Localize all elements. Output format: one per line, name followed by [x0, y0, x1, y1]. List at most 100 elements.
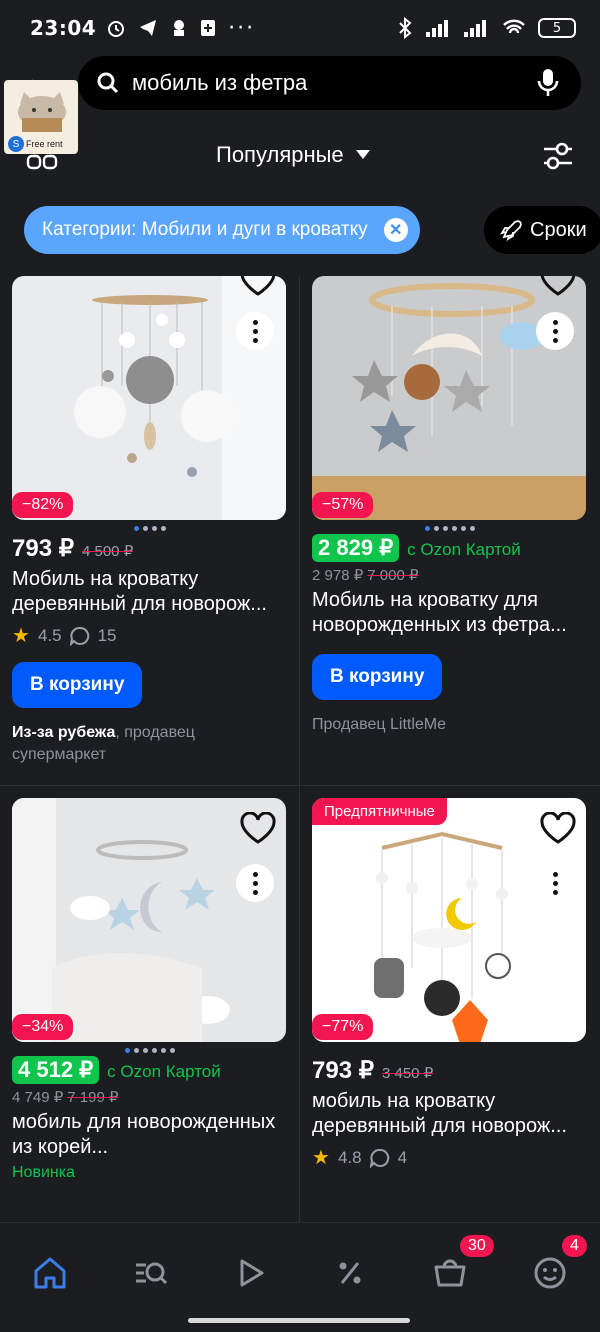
filter-icon[interactable]	[540, 138, 576, 174]
price-with-card: 4 512 ₽	[12, 1056, 100, 1084]
favorite-heart-icon[interactable]	[540, 811, 576, 848]
sort-label: Популярные	[216, 142, 344, 167]
more-options-icon[interactable]	[536, 312, 574, 350]
discount-badge: −77%	[312, 1014, 374, 1040]
product-title-text: мобиль на кроватку деревянный для новоро…	[312, 1090, 567, 1137]
rocket-icon	[500, 220, 522, 241]
free-rent-overlay[interactable]: S Free rent	[4, 80, 78, 154]
star-icon: ★	[312, 1147, 330, 1169]
nav-catalog[interactable]	[126, 1249, 174, 1297]
rating-value: 4.5	[37, 625, 62, 645]
product-title-text: Мобиль на кроватку для новорожденных из …	[312, 589, 567, 636]
product-card[interactable]: Предпятничные −77% 793 ₽ 3 450 ₽ мобиль …	[312, 798, 588, 1170]
cart-count-badge: 30	[460, 1235, 494, 1257]
alarm-icon	[108, 21, 125, 37]
product-image[interactable]: Предпятничные −77%	[312, 798, 586, 1042]
review-count: 15	[97, 625, 117, 645]
price: 793 ₽	[12, 535, 74, 562]
telegram-icon	[140, 20, 157, 36]
product-photo	[312, 276, 586, 520]
rating-row: ★ 4.5 15	[12, 623, 288, 648]
status-time: 23:04	[30, 16, 97, 40]
ozon-card-label: с Ozon Картой	[107, 1062, 221, 1081]
add-to-cart-button[interactable]: В корзину	[312, 654, 443, 700]
delivery-chip-label: Сроки	[530, 218, 587, 241]
microphone-icon[interactable]	[537, 68, 559, 98]
comment-icon	[69, 626, 89, 646]
old-price: 3 450 ₽	[381, 1065, 434, 1082]
product-title[interactable]: Мобиль на кроватку деревянный для новоро…	[12, 567, 288, 617]
product-title[interactable]: мобиль для новорожденных из корей...	[12, 1110, 288, 1160]
review-count: 4	[397, 1147, 408, 1167]
clear-category-icon[interactable]: ✕	[383, 218, 408, 242]
signal-2-icon	[464, 20, 486, 37]
sim-icon	[201, 20, 216, 36]
discount-badge: −57%	[312, 492, 374, 518]
cart-basket-icon	[434, 1259, 466, 1287]
nav-video[interactable]	[226, 1249, 274, 1297]
price: 793 ₽	[312, 1057, 374, 1084]
product-title[interactable]: Мобиль на кроватку для новорожденных из …	[312, 588, 588, 638]
home-icon	[34, 1257, 66, 1289]
signal-icon	[426, 20, 448, 37]
caret-down-icon	[355, 150, 370, 159]
price-with-card: 2 829 ₽	[312, 534, 400, 562]
image-pager	[12, 1048, 288, 1054]
favorite-heart-icon[interactable]	[240, 276, 276, 300]
search-icon	[97, 72, 119, 94]
add-to-cart-button[interactable]: В корзину	[12, 662, 143, 708]
nav-profile[interactable]	[526, 1249, 574, 1297]
product-title-text: мобиль для новорожденных из корей...	[12, 1111, 276, 1158]
product-card[interactable]: −82% 793 ₽ 4 500 ₽ Мобиль на кроватку де…	[12, 276, 288, 766]
discount-badge: −34%	[12, 1014, 74, 1040]
cat-logo-icon	[18, 92, 66, 132]
more-options-icon[interactable]	[236, 312, 274, 350]
grid-view-icon[interactable]	[26, 148, 58, 172]
s-badge: S	[8, 136, 24, 152]
profile-count-badge: 4	[562, 1235, 587, 1257]
favorite-heart-icon[interactable]	[540, 276, 576, 300]
new-product-label: Новинка	[12, 1164, 75, 1181]
percent-icon	[339, 1262, 361, 1284]
star-icon: ★	[12, 625, 30, 647]
ozon-card-label: с Ozon Картой	[407, 540, 521, 559]
price-without-card: 4 749 ₽	[12, 1089, 64, 1106]
favorite-heart-icon[interactable]	[240, 811, 276, 848]
seller-info: Из-за рубежа, продавец супермаркет	[12, 722, 288, 766]
old-price: 4 500 ₽	[81, 543, 134, 560]
product-photo	[12, 276, 286, 520]
category-chip-label: Категории: Мобили и дуги в кроватку	[42, 219, 368, 240]
search-bar[interactable]: мобиль из фетра	[78, 56, 581, 110]
product-image[interactable]: −57%	[312, 276, 586, 520]
nav-discounts[interactable]	[326, 1249, 374, 1297]
battery-icon: 5	[538, 18, 576, 38]
search-query[interactable]: мобиль из фетра	[132, 70, 307, 96]
notification-icon	[174, 20, 185, 36]
image-pager	[312, 1048, 588, 1054]
delivery-chip[interactable]: Сроки	[484, 206, 600, 254]
product-image[interactable]: −34%	[12, 798, 286, 1042]
category-chip[interactable]: Категории: Мобили и дуги в кроватку ✕	[24, 206, 420, 254]
product-card[interactable]: −34% 4 512 ₽ с Ozon Картой 4 749 ₽7 199 …	[12, 798, 288, 1182]
comment-icon	[369, 1148, 389, 1168]
home-indicator[interactable]	[188, 1318, 410, 1323]
image-pager	[312, 526, 588, 532]
old-price: 7 000 ₽	[367, 567, 419, 584]
sort-dropdown[interactable]: Популярные	[216, 142, 370, 168]
rating-value: 4.8	[337, 1147, 362, 1167]
nav-home[interactable]	[26, 1249, 74, 1297]
bottom-navigation: 30 4	[0, 1222, 600, 1332]
status-bar: 23:04 ··· 5	[0, 0, 600, 56]
product-card[interactable]: −57% 2 829 ₽ с Ozon Картой 2 978 ₽7 000 …	[312, 276, 588, 736]
more-options-icon[interactable]	[236, 864, 274, 902]
old-price: 7 199 ₽	[67, 1089, 119, 1106]
product-image[interactable]: −82%	[12, 276, 286, 520]
battery-level: 5	[552, 20, 562, 36]
more-options-icon[interactable]	[536, 864, 574, 902]
discount-badge: −82%	[12, 492, 74, 518]
product-title[interactable]: мобиль на кроватку деревянный для новоро…	[312, 1089, 588, 1139]
seller-origin: Из-за рубежа	[12, 724, 116, 741]
catalog-search-icon	[136, 1262, 168, 1285]
profile-face-icon	[534, 1257, 566, 1289]
row-divider	[0, 785, 600, 786]
